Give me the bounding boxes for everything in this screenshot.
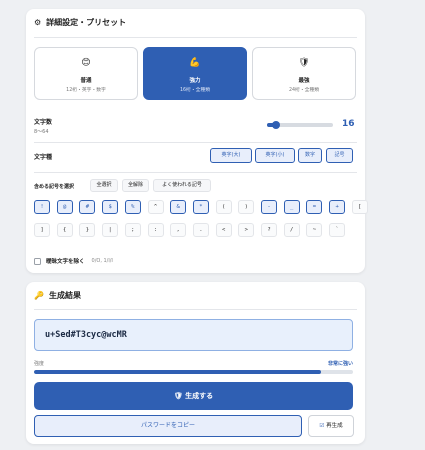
settings-title-text: 詳細設定・プリセット [46, 18, 127, 27]
char-type-label: 文字種 [34, 154, 53, 161]
toggle-digits[interactable]: 数字 [298, 148, 322, 163]
symbol-toggle[interactable]: ! [34, 200, 50, 214]
preset-name: 強力 [189, 78, 201, 84]
preset-desc: 12桁・英字・数字 [66, 88, 106, 93]
symbol-toggle[interactable]: | [102, 223, 119, 237]
settings-title: ⚙ 詳細設定・プリセット [34, 17, 126, 28]
length-label: 文字数 [34, 119, 53, 126]
ambiguous-option[interactable]: 曖昧文字を除く 0/O, 1/l/I [34, 257, 113, 265]
ambiguous-checkbox[interactable] [34, 257, 41, 265]
symbol-toggle[interactable]: % [124, 200, 141, 214]
divider [34, 142, 357, 143]
preset-normal[interactable]: 😊 普通 12桁・英字・数字 [34, 47, 138, 100]
settings-card: ⚙ 詳細設定・プリセット 😊 普通 12桁・英字・数字 💪 強力 16桁・全種類… [26, 9, 368, 273]
symbol-toggle[interactable]: [ [351, 200, 368, 214]
symbol-toggle[interactable]: : [147, 223, 164, 237]
length-range: 8〜64 [34, 129, 49, 135]
divider [34, 37, 357, 38]
symbol-toggle[interactable]: ` [329, 223, 346, 237]
key-icon: 🔑 [34, 290, 44, 300]
shield-icon: 🛡 [298, 58, 310, 68]
symbol-toggle[interactable]: $ [102, 200, 119, 214]
preset-strongest[interactable]: 🛡 最強 24桁・全種類 [252, 47, 356, 100]
divider [34, 309, 357, 310]
symbols-label: 含める記号を選択 [34, 184, 75, 190]
preset-strong[interactable]: 💪 強力 16桁・全種類 [143, 47, 247, 100]
symbol-toggle[interactable]: - [261, 200, 277, 214]
symbol-toggle[interactable]: ^ [147, 200, 164, 214]
symbol-toggle[interactable]: ~ [306, 223, 323, 237]
symbol-toggle[interactable]: + [329, 200, 346, 214]
generate-label: 生成する [185, 392, 214, 400]
preset-name: 普通 [80, 78, 92, 84]
deselect-all-button[interactable]: 全解除 [122, 179, 149, 192]
symbol-toggle[interactable]: . [192, 223, 209, 237]
toggle-symbols[interactable]: 記号 [326, 148, 353, 163]
strength-value: 非常に強い [327, 361, 353, 367]
symbol-toggle[interactable]: / [283, 223, 300, 237]
symbol-toggle[interactable]: > [238, 223, 255, 237]
symbol-toggle[interactable]: < [215, 223, 232, 237]
symbol-toggle[interactable]: ( [215, 200, 232, 214]
symbol-toggle[interactable]: # [79, 200, 96, 214]
ambiguous-label: 曖昧文字を除く [46, 259, 85, 265]
length-slider[interactable] [267, 120, 333, 129]
symbol-toggle[interactable]: ; [124, 223, 141, 237]
symbol-toggle[interactable]: ? [261, 223, 277, 237]
result-title-text: 生成結果 [48, 291, 81, 300]
symbol-toggle[interactable]: { [56, 223, 73, 237]
symbol-toggle[interactable]: & [170, 200, 187, 214]
toggle-uppercase[interactable]: 英字(大) [210, 148, 252, 163]
refresh-icon: ☑ [319, 423, 325, 429]
shield-icon: 🛡 [173, 392, 183, 400]
preset-desc: 16桁・全種類 [179, 88, 211, 93]
symbol-toggle[interactable]: * [192, 200, 209, 214]
slider-thumb[interactable] [272, 120, 281, 129]
result-card: 🔑 生成結果 u+Sed#T3cyc@wcMR 強度 非常に強い 🛡 生成する … [26, 282, 365, 444]
result-title: 🔑 生成結果 [34, 290, 81, 301]
symbol-toggle[interactable]: = [306, 200, 323, 214]
length-value: 16 [342, 119, 355, 129]
symbol-toggle[interactable]: ] [34, 223, 50, 237]
divider [34, 172, 357, 173]
symbol-toggle[interactable]: ) [238, 200, 255, 214]
regenerate-button[interactable]: ☑ 再生成 [308, 415, 354, 437]
strength-bar [34, 370, 353, 374]
select-all-button[interactable]: 全選択 [90, 179, 118, 192]
preset-name: 最強 [298, 78, 310, 84]
password-output[interactable]: u+Sed#T3cyc@wcMR [34, 319, 353, 351]
generate-button[interactable]: 🛡 生成する [34, 382, 353, 410]
toggle-lowercase[interactable]: 英字(小) [255, 148, 295, 163]
ambiguous-hint: 0/O, 1/l/I [91, 258, 113, 264]
symbol-toggle[interactable]: } [79, 223, 96, 237]
gear-icon: ⚙ [34, 17, 42, 27]
preset-desc: 24桁・全種類 [288, 88, 320, 93]
common-symbols-button[interactable]: よく使われる記号 [153, 179, 211, 192]
flexed-arm-icon: 💪 [189, 58, 201, 68]
smiley-icon: 😊 [81, 58, 91, 68]
symbol-toggle[interactable]: , [170, 223, 187, 237]
copy-password-button[interactable]: パスワードをコピー [34, 415, 302, 437]
symbol-toggle[interactable]: @ [56, 200, 73, 214]
strength-label: 強度 [34, 361, 45, 367]
strength-fill [34, 370, 322, 374]
regenerate-label: 再生成 [326, 423, 343, 429]
symbol-toggle[interactable]: _ [283, 200, 300, 214]
